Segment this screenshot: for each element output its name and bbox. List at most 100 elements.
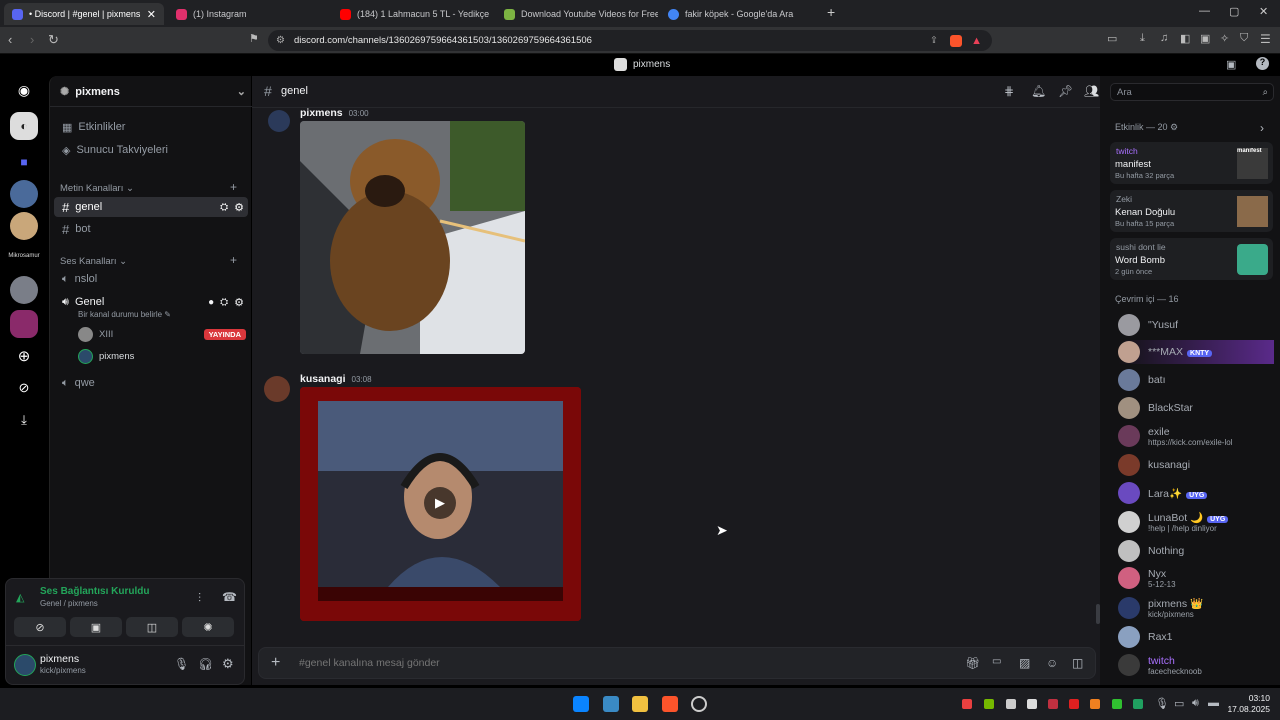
tray-icon[interactable] <box>1133 699 1143 709</box>
voice-status[interactable]: Bir kanal durumu belirle ✎ <box>78 310 171 319</box>
message-composer[interactable]: + 🎁︎ ▭ ▨ ☺ ◫ <box>258 647 1096 679</box>
network-icon[interactable]: ▭ <box>1174 697 1184 710</box>
server-avatar[interactable] <box>10 310 38 338</box>
reader-mode-icon[interactable]: ▭ <box>1107 32 1117 45</box>
noise-suppression-icon[interactable]: ⫶ <box>198 591 201 606</box>
member-item[interactable]: ***MAX KNTY <box>1118 340 1274 364</box>
channel-bot[interactable]: # bot <box>54 219 248 239</box>
tray-icon[interactable] <box>962 699 972 709</box>
image-attachment-dog[interactable] <box>300 121 525 354</box>
chevron-down-icon[interactable]: ⌄ <box>237 85 246 98</box>
taskbar-app-icon[interactable] <box>603 696 619 712</box>
server-avatar[interactable] <box>10 212 38 240</box>
sticker-icon[interactable]: ▨ <box>1019 656 1030 670</box>
voice-user[interactable]: pixmens <box>78 349 134 364</box>
threads-icon[interactable]: ⋕ <box>1004 84 1014 98</box>
member-item[interactable]: LunaBot 🌙 UYG !help | /help dinliyor <box>1118 510 1278 534</box>
tray-icon[interactable] <box>1048 699 1058 709</box>
avatar[interactable] <box>268 110 290 132</box>
tray-icon[interactable] <box>1027 699 1037 709</box>
activity-card[interactable]: sushi dont lie Word Bomb 2 gün önce <box>1110 238 1273 280</box>
search-input[interactable]: Ara ⌕ <box>1110 83 1274 101</box>
file-explorer-icon[interactable] <box>632 696 648 712</box>
bookmark-icon[interactable]: ⚑ <box>249 32 259 45</box>
nvidia-tray-icon[interactable] <box>984 699 994 709</box>
member-item[interactable]: BlackStar <box>1118 396 1278 420</box>
text-category[interactable]: Metin Kanalları ⌄ <box>60 183 134 194</box>
emoji-icon[interactable]: ☺ <box>1046 656 1058 670</box>
channel-genel[interactable]: # genel ⛭ ⚙ <box>54 197 248 217</box>
member-item[interactable]: Rax1 <box>1118 625 1278 649</box>
leo-icon[interactable]: ✧ <box>1220 32 1229 45</box>
member-item[interactable]: "Yusuf <box>1118 313 1278 337</box>
add-channel-icon[interactable]: + <box>230 180 237 194</box>
user-settings-icon[interactable]: ⚙ <box>222 656 234 672</box>
add-server-icon[interactable]: ⊕ <box>10 342 38 370</box>
camera-button[interactable]: ⊘ <box>14 617 66 637</box>
activity-card[interactable]: twitch manifest Bu hafta 32 parça manife… <box>1110 142 1273 184</box>
user-name[interactable]: pixmens <box>40 653 79 665</box>
screen-share-button[interactable]: ▣ <box>70 617 122 637</box>
server-avatar[interactable] <box>10 276 38 304</box>
download-apps-icon[interactable]: ⤓ <box>10 406 38 434</box>
video-attachment[interactable]: ▶ <box>300 387 581 621</box>
volume-icon[interactable]: 🔊︎ <box>1192 697 1199 710</box>
server-avatar[interactable] <box>10 180 38 208</box>
settings-gear-icon[interactable]: ⚙ <box>234 201 244 214</box>
minimize-icon[interactable]: — <box>1199 5 1210 17</box>
help-icon[interactable]: ? <box>1256 57 1269 70</box>
vpn-icon[interactable]: ⛉ <box>1240 32 1248 45</box>
member-item[interactable]: exile https://kick.com/exile-lol <box>1118 424 1278 448</box>
attach-plus-icon[interactable]: + <box>271 654 280 672</box>
battery-icon[interactable]: ▬ <box>1208 697 1219 709</box>
steam-icon[interactable] <box>691 696 707 712</box>
voice-user[interactable]: XIII YAYINDA <box>78 327 246 342</box>
invite-icon[interactable]: ⛭ <box>220 297 228 308</box>
boosts-item[interactable]: ◈ Sunucu Takviyeleri <box>54 140 248 160</box>
reload-icon[interactable]: ↻ <box>48 32 59 48</box>
menu-icon[interactable]: ☰ <box>1260 32 1271 46</box>
voice-channel-nslol[interactable]: 🔈︎ nslol <box>54 269 248 289</box>
voice-category[interactable]: Ses Kanalları ⌄ <box>60 256 127 267</box>
start-icon[interactable] <box>573 696 589 712</box>
tab-discord[interactable]: • Discord | #genel | pixmens ✕ <box>4 3 164 25</box>
microphone-icon[interactable]: 🎙︎ <box>174 657 189 671</box>
sidebar-toggle-icon[interactable]: ◧ <box>1180 32 1190 45</box>
back-icon[interactable]: ‹ <box>8 32 12 47</box>
settings-gear-icon[interactable]: ⚙ <box>234 296 244 309</box>
events-item[interactable]: ▦ Etkinlikler <box>54 117 248 137</box>
member-item[interactable]: pixmens 👑 kick/pixmens <box>1118 596 1278 620</box>
brave-browser-icon[interactable] <box>662 696 678 712</box>
play-button[interactable]: ▶ <box>424 487 456 519</box>
chat-icon[interactable]: ● <box>208 297 214 308</box>
tray-icon[interactable] <box>1112 699 1122 709</box>
close-window-icon[interactable]: ✕ <box>1259 5 1268 18</box>
server-pixmens[interactable]: ◐ <box>10 112 38 140</box>
member-item[interactable]: Nothing <box>1118 539 1278 563</box>
share-icon[interactable]: ⇪ <box>930 35 938 46</box>
tab-download[interactable]: Download Youtube Videos for Free - <box>496 3 658 25</box>
voice-status-title[interactable]: Ses Bağlantısı Kuruldu <box>40 586 149 597</box>
system-clock[interactable]: 03:10 17.08.2025 <box>1226 693 1270 715</box>
tab-youtube[interactable]: (184) 1 Lahmacun 5 TL - Yedikçe Para <box>332 3 492 25</box>
message-author[interactable]: kusanagi <box>300 373 346 385</box>
notification-bell-icon[interactable]: 🔔︎ <box>1031 84 1046 98</box>
message-input[interactable] <box>299 654 939 672</box>
close-tab-icon[interactable]: ✕ <box>147 8 156 21</box>
voice-location[interactable]: Genel / pixmens <box>40 599 98 608</box>
member-item[interactable]: twitch facechecknoob <box>1118 653 1278 677</box>
member-item[interactable]: kusanagi <box>1118 453 1278 477</box>
avatar[interactable] <box>14 654 36 676</box>
avatar[interactable] <box>264 376 290 402</box>
activity-button[interactable]: ◫ <box>126 617 178 637</box>
tray-icon[interactable] <box>1006 699 1016 709</box>
headphones-icon[interactable]: 🎧︎ <box>198 657 213 671</box>
tab-instagram[interactable]: (1) Instagram <box>168 3 328 25</box>
wallet-icon[interactable]: ▣ <box>1200 32 1210 45</box>
invite-icon[interactable]: ⛭ <box>220 202 228 213</box>
member-item[interactable]: Nyx 5-12-13 <box>1118 566 1278 590</box>
message-author[interactable]: pixmens <box>300 107 343 119</box>
pinned-messages-icon[interactable]: 📌︎ <box>1058 84 1073 98</box>
url-field[interactable]: ⚙ discord.com/channels/13602697596643615… <box>268 30 992 51</box>
add-channel-icon[interactable]: + <box>230 253 237 267</box>
